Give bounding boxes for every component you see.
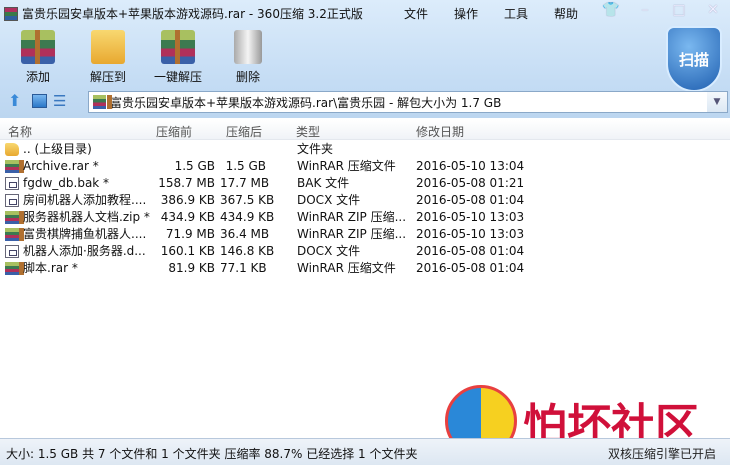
file-name: 服务器机器人文档.zip * — [23, 210, 150, 224]
file-row[interactable]: 房间机器人添加教程.... 386.9 KB 367.5 KB DOCX 文件 2016… — [0, 192, 560, 209]
modified-date: 2016-05-10 13:04 — [416, 159, 525, 173]
file-name: Archive.rar * — [23, 159, 99, 173]
header-area: 富贵乐园安卓版本+苹果版本游戏源码.rar - 360压缩 3.2正式版 文件 … — [0, 0, 730, 118]
one-click-extract-label: 一键解压 — [153, 70, 202, 84]
file-type: DOCX 文件 — [297, 244, 361, 258]
nav-buttons: ⬆ ☰ — [8, 93, 71, 110]
chevron-down-icon[interactable]: ▼ — [707, 92, 727, 112]
trash-icon — [234, 30, 262, 64]
window-controls: 👕 – □ ✕ — [600, 2, 724, 18]
size-after: 1.5 GB — [225, 159, 266, 173]
file-row[interactable]: fgdw_db.bak * 158.7 MB 17.7 MB BAK 文件 2016-0… — [0, 175, 560, 192]
app-icon — [4, 6, 18, 21]
menu-file[interactable]: 文件 — [404, 5, 454, 22]
col-after[interactable]: 压缩后 — [226, 123, 262, 140]
status-summary: 大小: 1.5 GB 共 7 个文件和 1 个文件夹 压缩率 88.7% 已经选… — [6, 447, 418, 461]
modified-date: 2016-05-08 01:04 — [416, 261, 525, 275]
title-bar: 富贵乐园安卓版本+苹果版本游戏源码.rar - 360压缩 3.2正式版 — [4, 5, 363, 22]
menu-help[interactable]: 帮助 — [554, 5, 604, 22]
file-name: 富贵棋牌捕鱼机器人.... — [23, 227, 147, 241]
menu-tools[interactable]: 工具 — [504, 5, 554, 22]
size-before: 160.1 KB — [160, 244, 215, 258]
file-type: BAK 文件 — [297, 176, 350, 190]
add-button[interactable]: 添加 — [8, 30, 68, 85]
col-date[interactable]: 修改日期 — [416, 123, 464, 140]
file-name: 脚本.rar * — [23, 261, 78, 275]
menu-operation[interactable]: 操作 — [454, 5, 504, 22]
size-after: 434.9 KB — [220, 210, 275, 224]
file-type: WinRAR ZIP 压缩... — [297, 227, 407, 241]
file-row[interactable]: 机器人添加·服务器.d... 160.1 KB 146.8 KB DOCX 文件 201… — [0, 243, 560, 260]
one-click-extract-button[interactable]: 一键解压 — [148, 30, 208, 85]
doc-icon — [5, 177, 19, 190]
rar-icon — [5, 228, 24, 241]
window-title: 富贵乐园安卓版本+苹果版本游戏源码.rar - 360压缩 3.2正式版 — [22, 7, 363, 21]
size-before: 386.9 KB — [160, 193, 215, 207]
extract-to-button[interactable]: 解压到 — [78, 30, 138, 85]
status-bar: 大小: 1.5 GB 共 7 个文件和 1 个文件夹 压缩率 88.7% 已经选… — [0, 438, 730, 465]
file-list: .. (上级目录) 文件夹 Archive.rar * 1.5 GB 1.5 GB Win… — [0, 141, 560, 277]
menu-bar: 文件 操作 工具 帮助 — [404, 5, 604, 22]
maximize-button[interactable]: □ — [668, 2, 690, 18]
file-type: 文件夹 — [297, 142, 334, 156]
size-before: 434.9 KB — [160, 210, 215, 224]
delete-label: 删除 — [235, 70, 260, 84]
archive-icon — [93, 95, 112, 109]
modified-date: 2016-05-10 13:03 — [416, 227, 525, 241]
doc-icon — [5, 245, 19, 258]
rar-icon — [5, 160, 24, 173]
up-arrow-icon[interactable]: ⬆ — [8, 93, 26, 109]
delete-button[interactable]: 删除 — [218, 30, 278, 85]
doc-icon — [5, 194, 19, 207]
minimize-button[interactable]: – — [634, 2, 656, 18]
close-button[interactable]: ✕ — [702, 2, 724, 18]
add-label: 添加 — [25, 70, 50, 84]
rar-icon — [5, 211, 24, 224]
modified-date: 2016-05-08 01:04 — [416, 193, 525, 207]
modified-date: 2016-05-08 01:04 — [416, 244, 525, 258]
col-before[interactable]: 压缩前 — [156, 123, 192, 140]
extract-to-label: 解压到 — [89, 70, 126, 84]
list-view-icon[interactable]: ☰ — [53, 93, 71, 109]
file-row[interactable]: 服务器机器人文档.zip * 434.9 KB 434.9 KB WinRAR ZIP… — [0, 209, 560, 226]
file-row[interactable]: .. (上级目录) 文件夹 — [0, 141, 560, 158]
col-type[interactable]: 类型 — [296, 123, 320, 140]
file-type: DOCX 文件 — [297, 193, 361, 207]
modified-date: 2016-05-08 01:21 — [416, 176, 525, 190]
size-before: 71.9 MB — [165, 227, 215, 241]
rar-icon — [5, 262, 24, 275]
size-after: 77.1 KB — [220, 261, 267, 275]
file-row[interactable]: 富贵棋牌捕鱼机器人.... 71.9 MB 36.4 MB WinRAR ZIP 压缩… — [0, 226, 560, 243]
scan-button[interactable]: 扫描 — [666, 26, 722, 92]
large-icon-view-icon[interactable] — [32, 94, 47, 108]
file-name: 机器人添加·服务器.d... — [23, 244, 146, 258]
folder-icon — [5, 143, 19, 156]
address-bar[interactable]: 富贵乐园安卓版本+苹果版本游戏源码.rar\富贵乐园 - 解包大小为 1.7 G… — [88, 91, 728, 113]
one-click-extract-icon — [161, 30, 195, 64]
file-type: WinRAR ZIP 压缩... — [297, 210, 407, 224]
file-type: WinRAR 压缩文件 — [297, 159, 396, 173]
size-before: 81.9 KB — [168, 261, 215, 275]
modified-date: 2016-05-10 13:03 — [416, 210, 525, 224]
file-row[interactable]: 脚本.rar * 81.9 KB 77.1 KB WinRAR 压缩文件 2016-05… — [0, 260, 560, 277]
address-path: 富贵乐园安卓版本+苹果版本游戏源码.rar\富贵乐园 - 解包大小为 1.7 G… — [110, 95, 502, 110]
file-name: 房间机器人添加教程.... — [23, 193, 147, 207]
extract-folder-icon — [91, 30, 125, 64]
size-before: 158.7 MB — [158, 176, 215, 190]
size-after: 367.5 KB — [220, 193, 275, 207]
engine-status: 双核压缩引擎已开启 — [607, 447, 716, 461]
size-before: 1.5 GB — [174, 159, 215, 173]
add-icon — [21, 30, 55, 64]
size-after: 17.7 MB — [220, 176, 270, 190]
size-after: 36.4 MB — [220, 227, 270, 241]
scan-label: 扫描 — [678, 50, 709, 69]
size-after: 146.8 KB — [220, 244, 275, 258]
file-type: WinRAR 压缩文件 — [297, 261, 396, 275]
file-name: .. (上级目录) — [23, 142, 92, 156]
skin-icon[interactable]: 👕 — [600, 2, 622, 18]
column-header: 名称 压缩前 压缩后 类型 修改日期 — [0, 120, 730, 140]
file-row[interactable]: Archive.rar * 1.5 GB 1.5 GB WinRAR 压缩文件 2016… — [0, 158, 560, 175]
col-name[interactable]: 名称 — [8, 123, 32, 140]
file-name: fgdw_db.bak * — [23, 176, 110, 190]
